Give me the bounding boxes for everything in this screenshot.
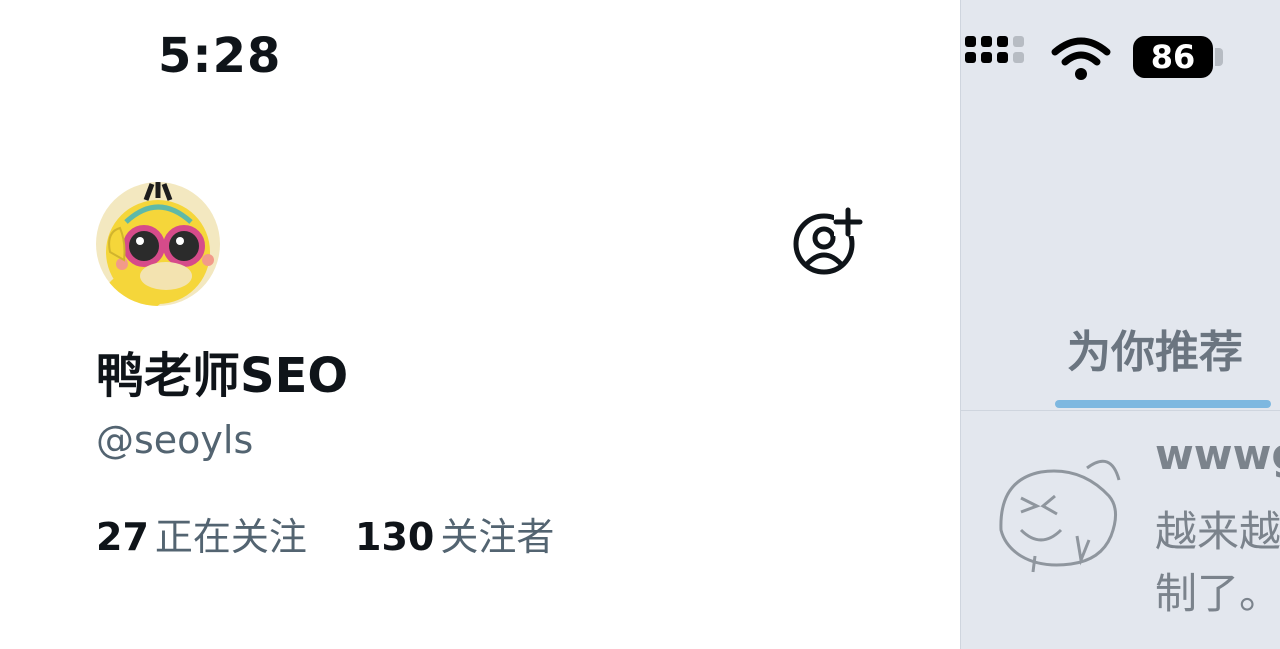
profile-name: 鸭老师SEO bbox=[96, 348, 349, 404]
tab-indicator bbox=[1055, 400, 1271, 408]
followers-label: 关注者 bbox=[440, 515, 555, 559]
followers-count: 130 bbox=[355, 515, 435, 559]
cellular-signal-icon bbox=[965, 36, 1035, 82]
tweet-text-line-1: 越来越 bbox=[1155, 507, 1280, 556]
wifi-icon bbox=[1051, 37, 1111, 80]
battery-icon: 86 bbox=[1133, 36, 1213, 78]
tweet-author[interactable]: wwwg bbox=[1155, 430, 1280, 479]
tab-for-you[interactable]: 为你推荐 bbox=[1067, 316, 1243, 380]
followers-link[interactable]: 130 关注者 bbox=[355, 506, 554, 561]
profile-avatar[interactable] bbox=[96, 182, 220, 306]
dimmed-timeline[interactable]: 86 为你推荐 wwwg 越来越 制了。 bbox=[960, 0, 1280, 649]
following-label: 正在关注 bbox=[154, 515, 307, 559]
add-account-button[interactable] bbox=[790, 204, 864, 278]
profile-handle: @seoyls bbox=[96, 418, 254, 462]
following-link[interactable]: 27 正在关注 bbox=[96, 506, 307, 561]
profile-stats: 27 正在关注 130 关注者 bbox=[96, 506, 590, 561]
following-count: 27 bbox=[96, 515, 149, 559]
divider bbox=[961, 410, 1280, 411]
status-icons: 86 bbox=[961, 30, 1280, 86]
tweet-text-line-2: 制了。 bbox=[1155, 569, 1280, 618]
side-drawer: 5:28 鸭老师SEO @seoyls 27 正在关注 130 关注者 bbox=[0, 0, 960, 649]
add-account-icon bbox=[793, 207, 863, 275]
status-time: 5:28 bbox=[158, 28, 282, 84]
tweet-avatar[interactable] bbox=[991, 440, 1131, 580]
battery-cap bbox=[1215, 48, 1223, 66]
